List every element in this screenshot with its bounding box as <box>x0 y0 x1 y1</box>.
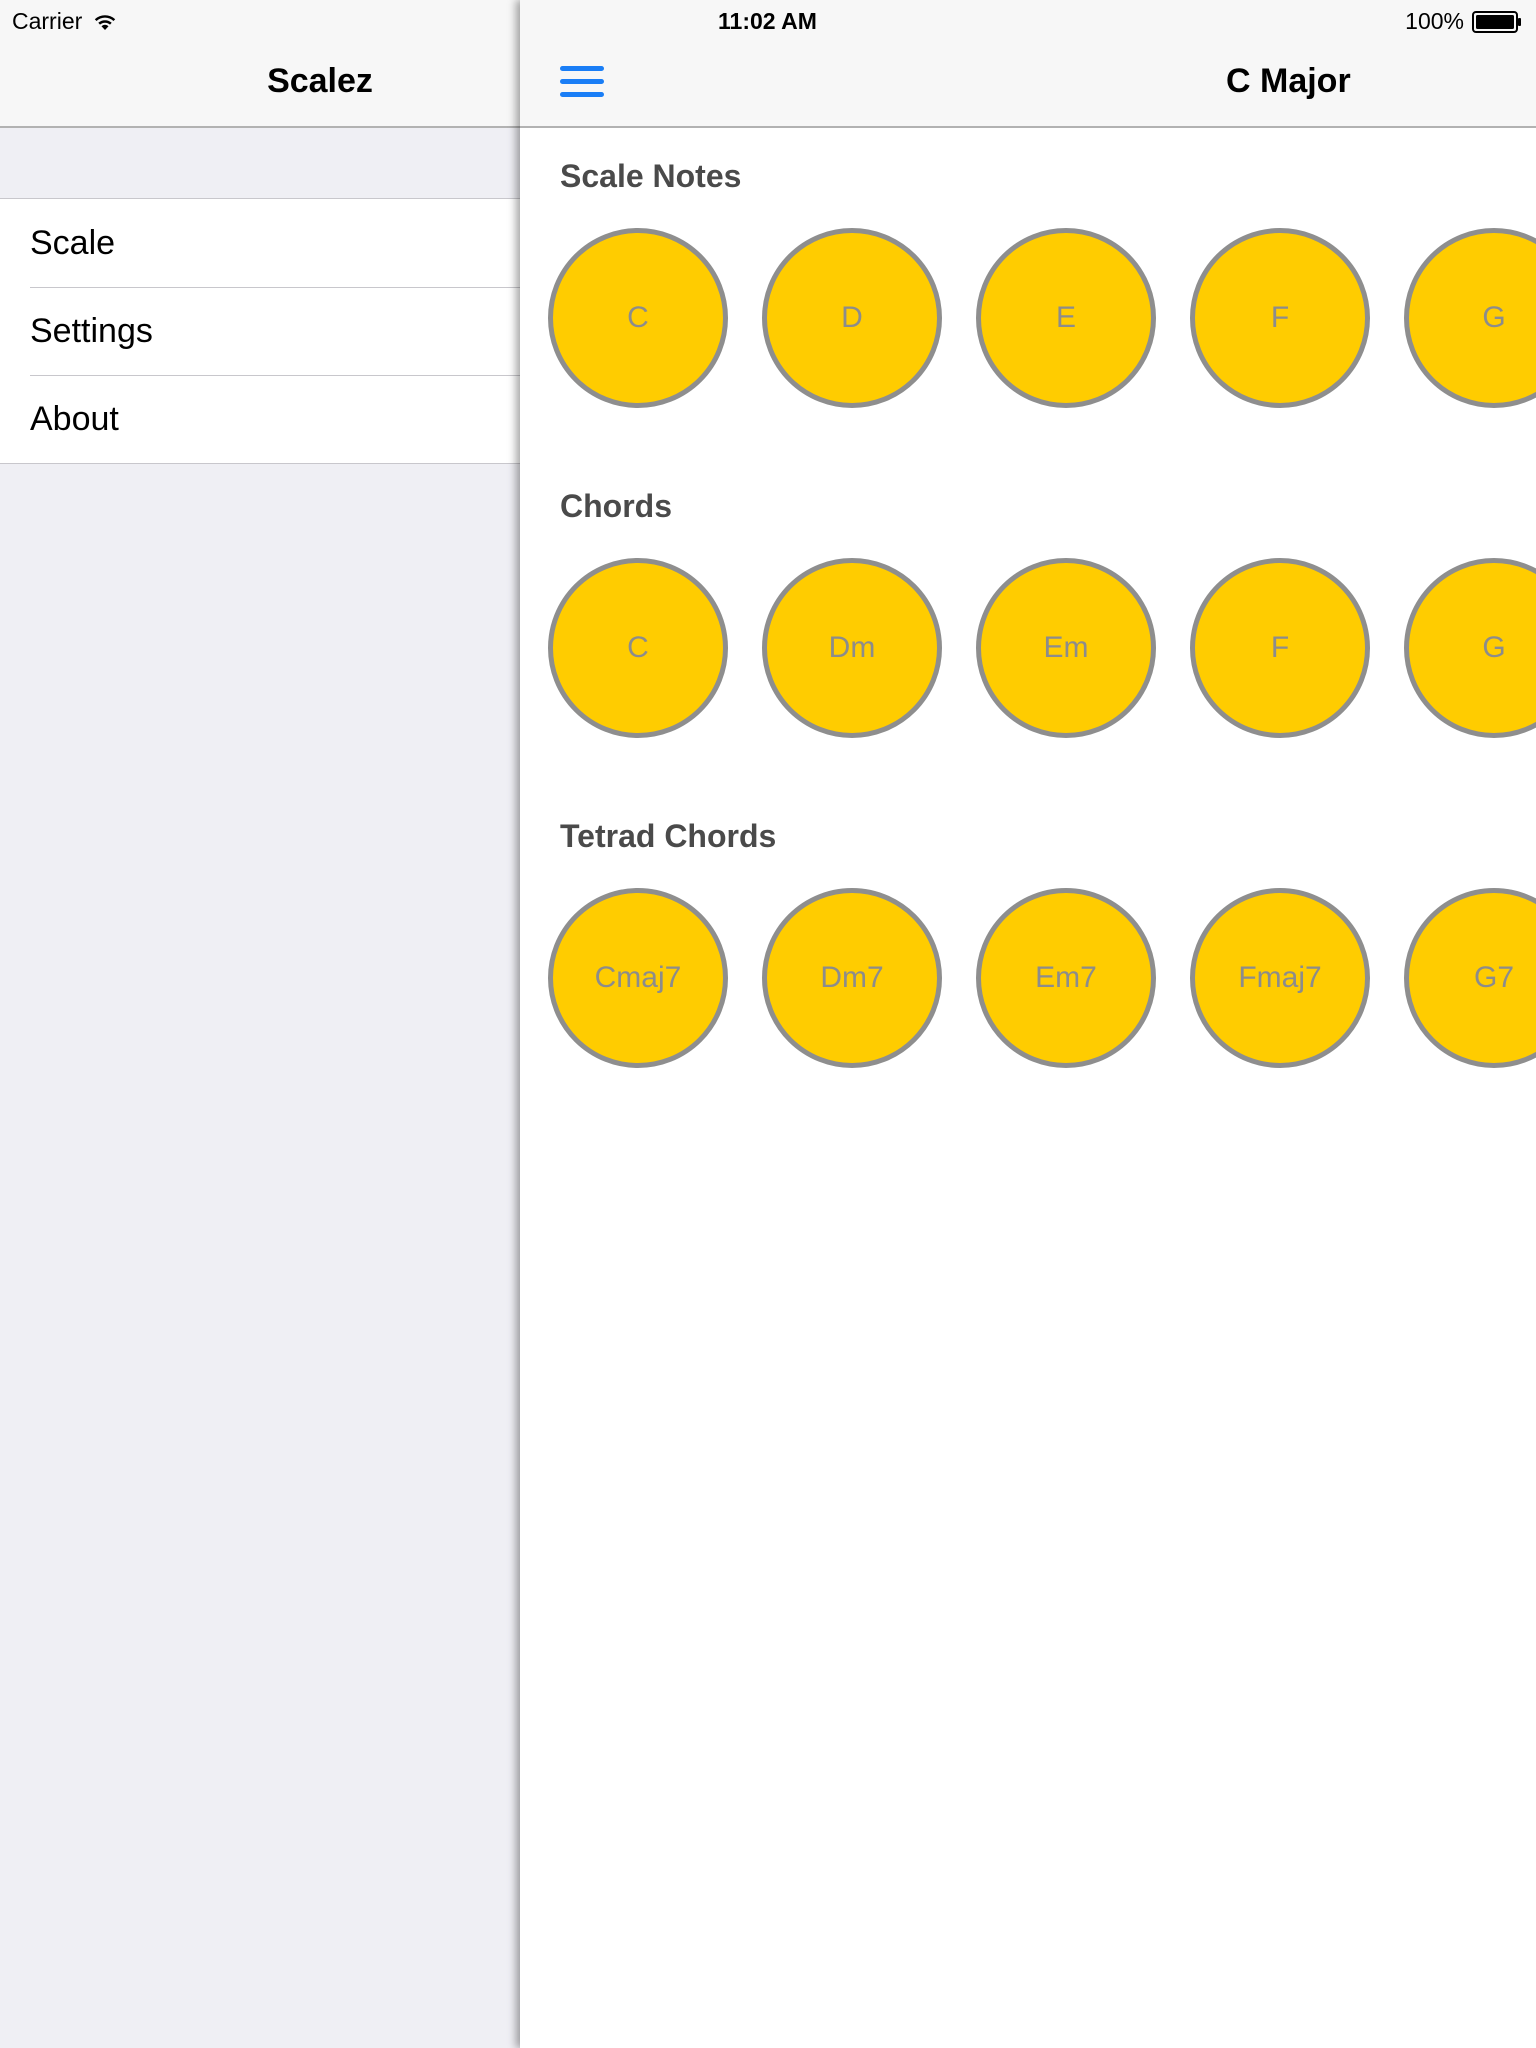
tetrad-chords-row: Cmaj7 Dm7 Em7 Fmaj7 G7 <box>548 888 1536 1068</box>
carrier-label: Carrier <box>12 8 83 34</box>
tetrad-circle[interactable]: Fmaj7 <box>1190 888 1370 1068</box>
tetrad-circle[interactable]: Cmaj7 <box>548 888 728 1068</box>
section-heading-scale-notes: Scale Notes <box>560 158 742 194</box>
chord-circle[interactable]: C <box>548 558 728 738</box>
menu-item-label: Scale <box>30 223 116 262</box>
section-heading-tetrad-chords: Tetrad Chords <box>560 818 777 854</box>
status-time: 11:02 AM <box>718 8 817 34</box>
menu-list: Scale Settings About <box>0 198 520 464</box>
app-root: Carrier 11:02 AM 100% Scalez Scale Setti… <box>0 0 1536 2048</box>
side-menu: Scalez Scale Settings About <box>0 0 520 2048</box>
note-circle[interactable]: C <box>548 228 728 408</box>
tetrad-circle[interactable]: Dm7 <box>762 888 942 1068</box>
note-circle[interactable]: F <box>1190 228 1370 408</box>
chord-circle[interactable]: Em <box>976 558 1156 738</box>
wifi-icon <box>95 14 116 30</box>
hamburger-line <box>560 92 604 97</box>
note-circle[interactable]: E <box>976 228 1156 408</box>
chord-circle[interactable]: G <box>1404 558 1536 738</box>
menu-item-about[interactable]: About <box>0 375 520 463</box>
hamburger-menu-icon[interactable] <box>560 66 604 98</box>
carrier-indicator: Carrier <box>12 8 118 35</box>
battery-percent: 100% <box>1405 8 1464 34</box>
chord-circle[interactable]: F <box>1190 558 1370 738</box>
section-heading-chords: Chords <box>560 488 672 524</box>
chords-row: C Dm Em F G <box>548 558 1536 738</box>
note-circle[interactable]: G <box>1404 228 1536 408</box>
hamburger-line <box>560 79 604 84</box>
hamburger-line <box>560 66 604 71</box>
menu-item-label: About <box>30 399 119 438</box>
battery-icon <box>1472 10 1521 33</box>
menu-item-settings[interactable]: Settings <box>0 287 520 375</box>
scale-notes-row: C D E F G <box>548 228 1536 408</box>
menu-item-label: Settings <box>30 311 153 350</box>
note-circle[interactable]: D <box>762 228 942 408</box>
menu-item-scale[interactable]: Scale <box>0 199 520 287</box>
menu-title: Scalez <box>267 62 373 100</box>
battery-indicator: 100% <box>1405 8 1522 35</box>
main-panel: C Major Scale Notes C D E F G Chords C D… <box>520 0 1536 2048</box>
page-title: C Major <box>1226 62 1351 100</box>
tetrad-circle[interactable]: Em7 <box>976 888 1156 1068</box>
status-bar: Carrier 11:02 AM 100% <box>0 0 1536 40</box>
menu-title-wrap: Scalez <box>0 62 520 101</box>
tetrad-circle[interactable]: G7 <box>1404 888 1536 1068</box>
chord-circle[interactable]: Dm <box>762 558 942 738</box>
